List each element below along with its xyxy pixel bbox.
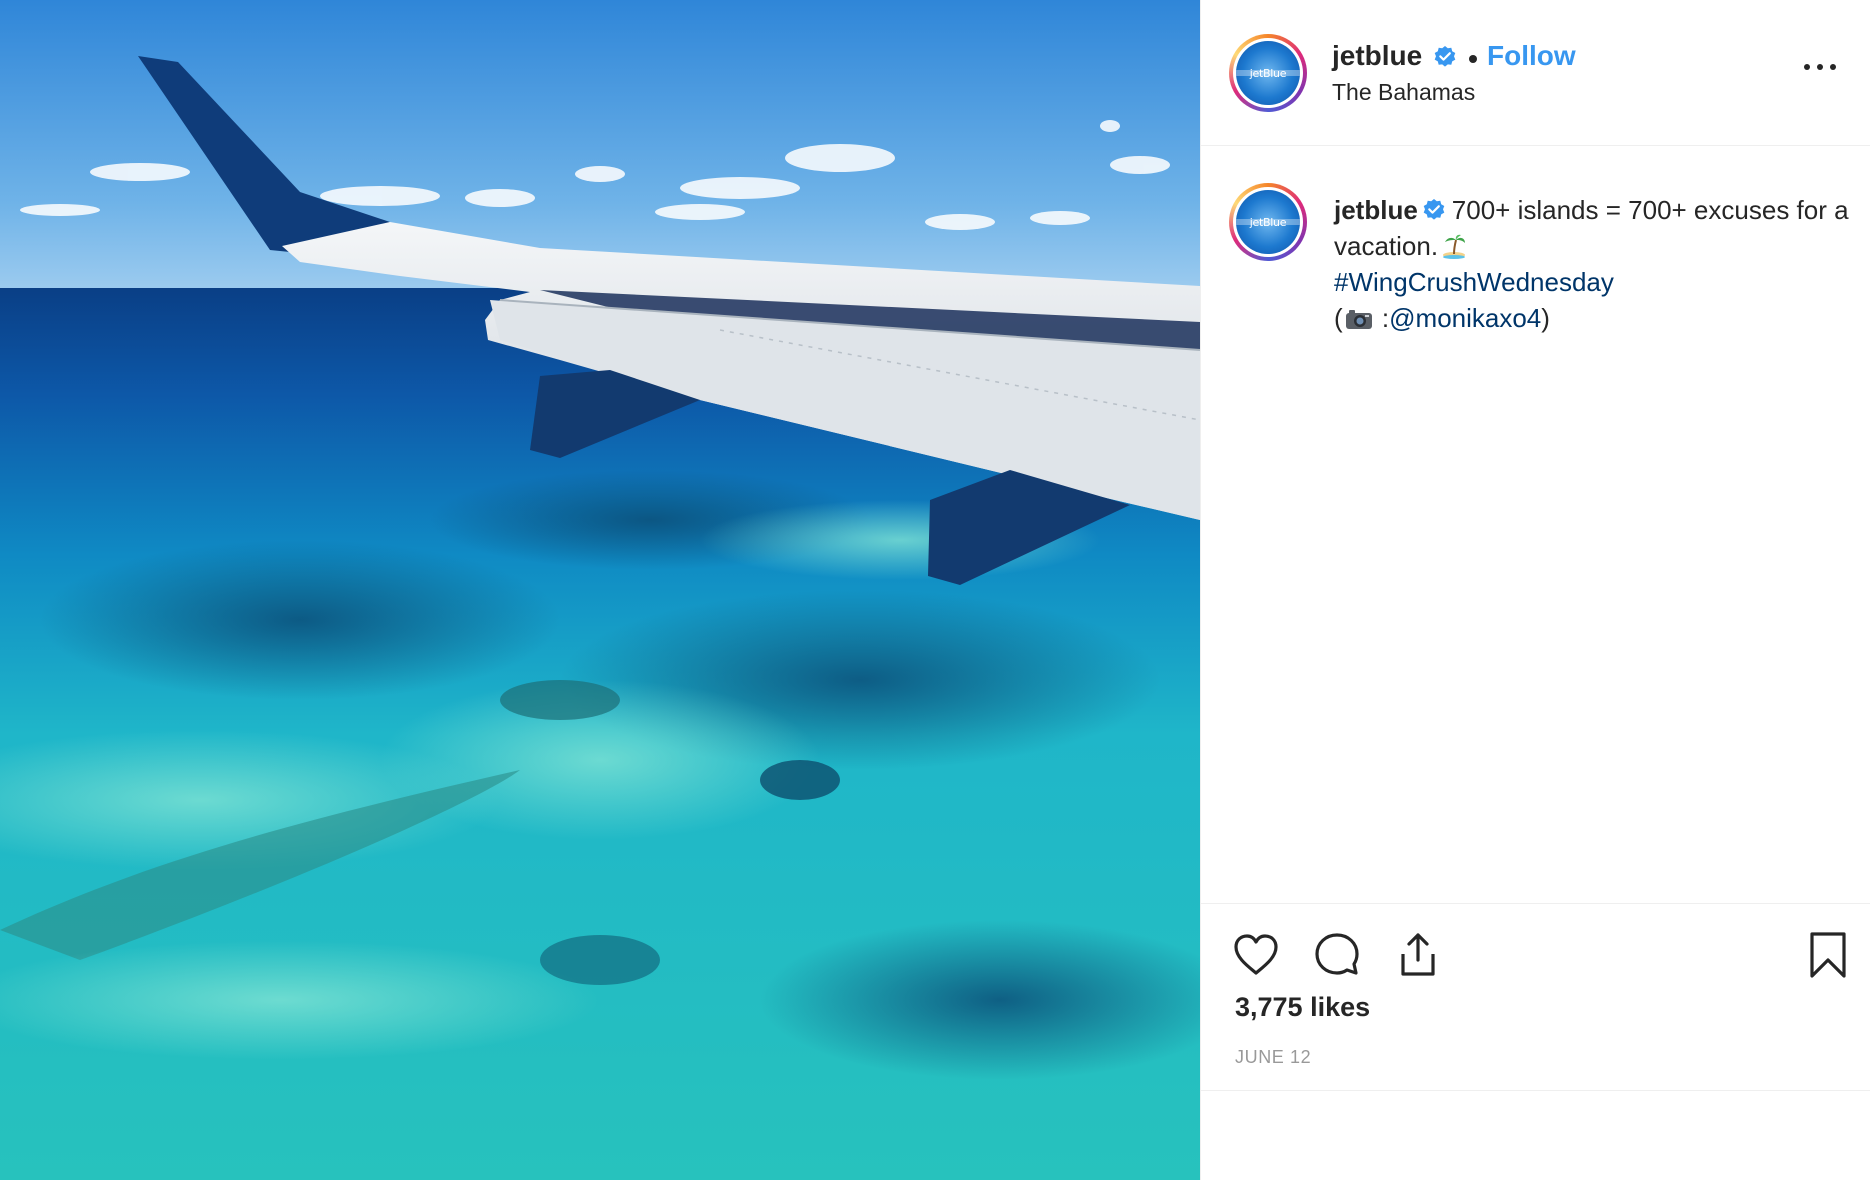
caption-username-link[interactable]: jetblue xyxy=(1334,195,1418,225)
likes-count[interactable]: 3,775 likes xyxy=(1235,992,1370,1023)
location-link[interactable]: The Bahamas xyxy=(1332,79,1475,106)
hashtag-link[interactable]: #WingCrushWednesday xyxy=(1334,267,1614,297)
more-options-icon[interactable] xyxy=(1802,60,1838,74)
post-details-panel: jetBlue jetblue Follow The Bahamas jetBl… xyxy=(1200,0,1870,1180)
instagram-post-page: jetBlue jetblue Follow The Bahamas jetBl… xyxy=(0,0,1870,1180)
separator-dot xyxy=(1469,55,1477,63)
verified-badge-icon xyxy=(1434,46,1456,67)
logo-text: jetBlue xyxy=(1249,66,1287,80)
post-actions-section: 3,775 likes JUNE 12 xyxy=(1201,903,1870,1091)
username-link[interactable]: jetblue xyxy=(1332,40,1422,72)
palm-island-emoji-icon xyxy=(1443,234,1466,259)
credit-open: ( xyxy=(1334,303,1343,333)
post-date[interactable]: JUNE 12 xyxy=(1235,1047,1311,1068)
credit-close: ) xyxy=(1541,303,1550,333)
post-photo[interactable] xyxy=(0,0,1200,1180)
caption-avatar[interactable]: jetBlue xyxy=(1229,183,1307,261)
follow-button[interactable]: Follow xyxy=(1487,40,1576,72)
caption-text: jetblue 700+ islands = 700+ excuses for … xyxy=(1334,192,1854,336)
post-header: jetBlue jetblue Follow The Bahamas xyxy=(1201,0,1870,146)
comment-icon[interactable] xyxy=(1312,930,1362,980)
jetblue-logo: jetBlue xyxy=(1236,41,1300,105)
camera-emoji-icon xyxy=(1345,310,1372,329)
credit-handle-link[interactable]: @monikaxo4 xyxy=(1389,303,1541,333)
airplane-wing-over-ocean-image xyxy=(0,0,1200,1180)
share-icon[interactable] xyxy=(1393,930,1443,980)
jetblue-logo: jetBlue xyxy=(1236,190,1300,254)
verified-badge-icon xyxy=(1423,199,1445,220)
logo-text: jetBlue xyxy=(1249,215,1287,229)
bookmark-icon[interactable] xyxy=(1803,930,1853,980)
profile-avatar[interactable]: jetBlue xyxy=(1229,34,1307,112)
heart-icon[interactable] xyxy=(1231,930,1281,980)
